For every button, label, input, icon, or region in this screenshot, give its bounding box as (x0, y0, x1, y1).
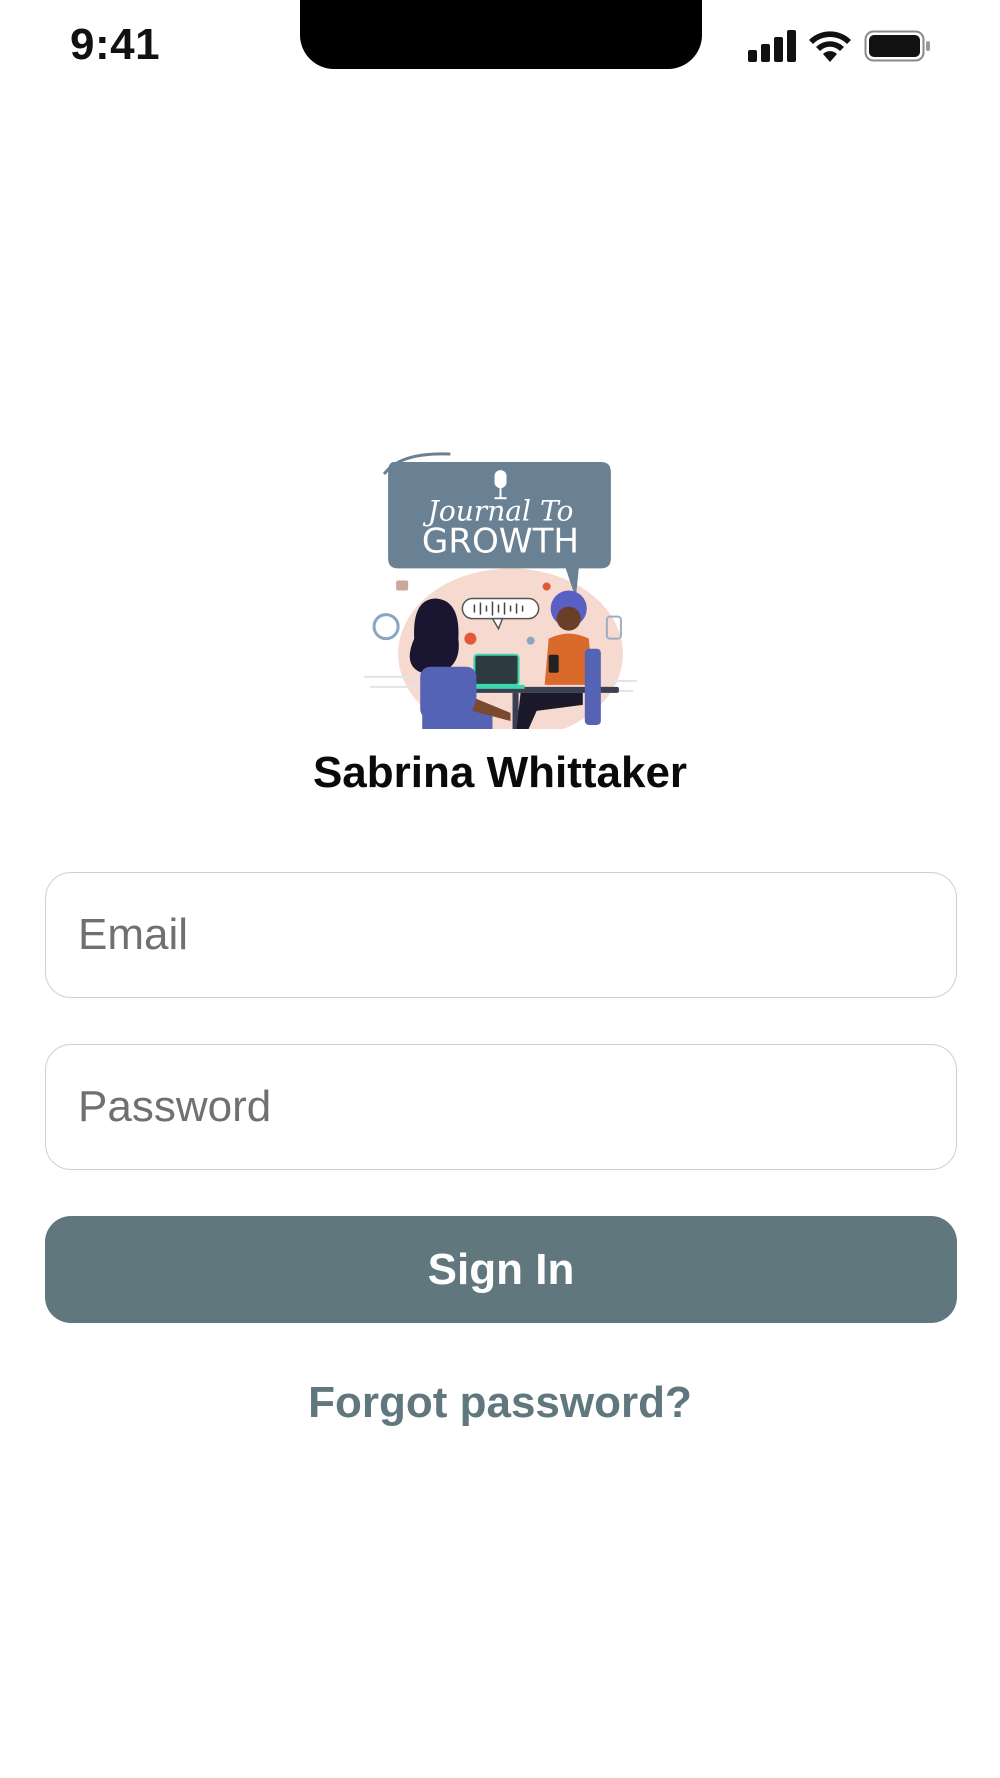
device-notch (300, 0, 702, 69)
status-bar: 9:41 (0, 0, 1000, 100)
app-title: Sabrina Whittaker (312, 748, 688, 797)
password-field[interactable] (45, 1044, 957, 1170)
status-icons (748, 30, 932, 62)
journal-to-growth-logo: Journal To GROWTH (364, 452, 637, 729)
logo-line-2: GROWTH (422, 521, 579, 561)
forgot-password-link[interactable]: Forgot password? (0, 1378, 1000, 1428)
sign-in-button[interactable]: Sign In (45, 1216, 957, 1323)
wifi-icon (809, 31, 851, 62)
status-time: 9:41 (70, 20, 161, 69)
email-field[interactable] (45, 872, 957, 998)
cellular-signal-icon (748, 30, 796, 62)
login-screen: 9:41 Journal To GROWTH Sabrina Whittaker… (0, 0, 1000, 1778)
battery-icon (864, 30, 930, 62)
